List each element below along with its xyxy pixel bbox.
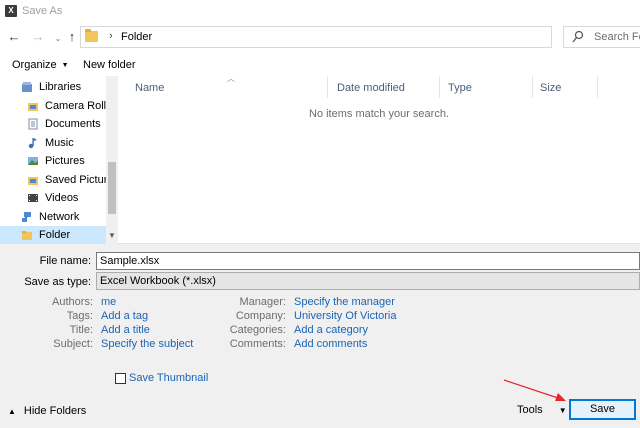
comments-label: Comments: [229, 338, 286, 350]
save-thumbnail-checkbox[interactable] [115, 372, 126, 384]
save-thumbnail-label[interactable]: Save Thumbnail [129, 372, 208, 384]
address-bar[interactable]: › Folder ⌄ ↻ [80, 26, 626, 48]
nav-item-label: Network [39, 211, 80, 223]
library-folder-icon [27, 100, 39, 112]
nav-item-label: Videos [45, 192, 79, 204]
authors-value[interactable]: me [101, 296, 116, 308]
nav-item-label: Folder [39, 229, 71, 241]
comments-value[interactable]: Add comments [294, 338, 367, 350]
address-row: ← → ⌄ ↑ › Folder ⌄ ↻ Search Folder [0, 22, 640, 54]
nav-item-label: Pictures [45, 155, 85, 167]
organize-caret-icon: ▼ [61, 62, 69, 69]
libraries-icon [21, 81, 33, 93]
search-input[interactable]: Search Folder [563, 26, 640, 48]
up-arrow-icon[interactable]: ↑ [64, 29, 80, 45]
company-value[interactable]: University Of Victoria [294, 310, 397, 322]
title-label: Title: [69, 324, 93, 336]
column-divider[interactable] [532, 76, 533, 98]
videos-icon [27, 192, 39, 204]
tags-value[interactable]: Add a tag [101, 310, 148, 322]
save-button[interactable]: Save [569, 399, 636, 420]
navigation-pane[interactable]: Libraries Camera Roll Documents Music Pi… [0, 76, 118, 244]
company-label: Company: [235, 310, 286, 322]
pictures-icon [27, 155, 39, 167]
nav-item-documents[interactable]: Documents [0, 115, 106, 133]
nav-item-label: Camera Roll [45, 100, 107, 112]
new-folder-button[interactable]: New folder [83, 59, 136, 71]
nav-item-label: Documents [45, 118, 101, 130]
sort-ascending-icon: ︿ [227, 74, 235, 83]
organize-label: Organize [12, 59, 57, 71]
scroll-down-arrow-icon[interactable]: ▼ [106, 230, 118, 242]
search-placeholder: Search Folder [594, 31, 640, 43]
nav-item-folder[interactable]: Folder [0, 226, 106, 244]
music-icon [27, 137, 39, 149]
breadcrumb-folder[interactable]: Folder [121, 31, 152, 43]
nav-item-videos[interactable]: Videos [0, 189, 106, 207]
categories-value[interactable]: Add a category [294, 324, 368, 336]
column-header-date-modified[interactable]: Date modified [337, 82, 405, 94]
folder-icon [21, 229, 33, 241]
subject-label: Subject: [53, 338, 93, 350]
file-name-label: File name: [39, 255, 91, 267]
window-title: Save As [22, 5, 63, 17]
excel-app-icon: X [5, 5, 17, 17]
nav-item-libraries[interactable]: Libraries [0, 78, 106, 96]
file-name-field[interactable]: Sample.xlsx [96, 252, 640, 270]
folder-icon [85, 29, 98, 42]
nav-item-camera-roll[interactable]: Camera Roll [0, 97, 106, 115]
empty-folder-message: No items match your search. [309, 108, 449, 120]
save-as-type-label: Save as type: [24, 276, 91, 288]
save-as-type-select[interactable]: Excel Workbook (*.xlsx) [96, 272, 640, 290]
nav-item-network[interactable]: Network [0, 208, 106, 226]
back-arrow-icon[interactable]: ← [6, 29, 22, 45]
organize-button[interactable]: Organize ▼ [12, 59, 69, 71]
title-bar: X Save As [0, 0, 640, 22]
title-value[interactable]: Add a title [101, 324, 150, 336]
nav-pane-scrollbar[interactable]: ▼ [106, 76, 118, 244]
column-divider[interactable] [327, 76, 328, 98]
breadcrumb-separator[interactable]: › [109, 30, 113, 42]
categories-label: Categories: [229, 324, 286, 336]
command-bar: Organize ▼ New folder [0, 54, 640, 76]
network-icon [21, 211, 33, 223]
tags-label: Tags: [66, 310, 93, 322]
annotation-arrow-icon [503, 379, 566, 401]
forward-arrow-icon[interactable]: → [30, 29, 46, 45]
chevron-up-icon: ▲ [8, 406, 16, 416]
column-header-name[interactable]: Name [135, 82, 164, 94]
subject-value[interactable]: Specify the subject [101, 338, 193, 350]
library-folder-icon [27, 174, 39, 186]
save-thumbnail-option[interactable]: Save Thumbnail [115, 372, 208, 384]
scrollbar-thumb[interactable] [108, 162, 116, 214]
nav-item-label: Libraries [39, 81, 82, 93]
column-divider[interactable] [439, 76, 440, 98]
column-divider[interactable] [597, 76, 598, 98]
column-header-size[interactable]: Size [540, 82, 561, 94]
nav-item-saved-pictures[interactable]: Saved Pictures [0, 171, 118, 189]
browser-panes: Libraries Camera Roll Documents Music Pi… [0, 74, 640, 244]
hide-folders-button[interactable]: ▲ Hide Folders [8, 405, 86, 417]
documents-icon [27, 118, 39, 130]
file-list[interactable]: ︿ Name Date modified Type Size No items … [118, 74, 640, 244]
nav-item-pictures[interactable]: Pictures [0, 152, 106, 170]
authors-label: Authors: [52, 296, 93, 308]
manager-value[interactable]: Specify the manager [294, 296, 395, 308]
column-header-type[interactable]: Type [448, 82, 472, 94]
search-icon [572, 30, 584, 43]
nav-item-music[interactable]: Music [0, 134, 106, 152]
nav-item-label: Music [45, 137, 74, 149]
manager-label: Manager: [239, 296, 286, 308]
hide-folders-label: Hide Folders [23, 405, 87, 417]
